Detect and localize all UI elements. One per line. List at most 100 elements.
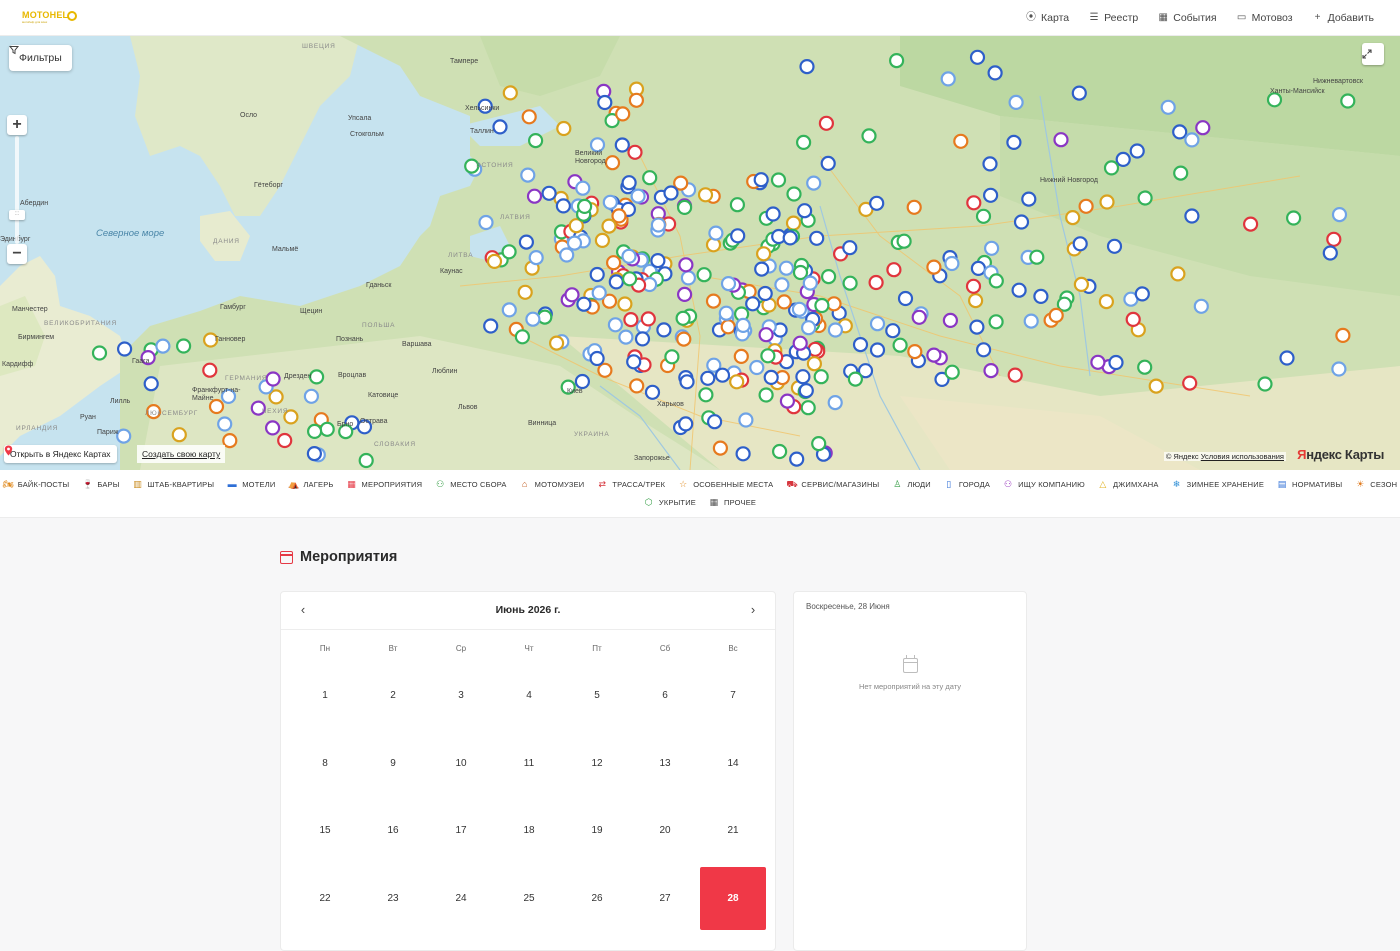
calendar-day[interactable]: 21 — [700, 800, 766, 862]
map-marker[interactable] — [621, 175, 637, 191]
terms-link[interactable]: Условия использования — [1201, 452, 1284, 461]
map-marker[interactable] — [1184, 132, 1200, 148]
map-view[interactable]: Северное море Тампере Осло Упсала Стокго… — [0, 36, 1400, 470]
map-marker[interactable] — [589, 266, 605, 283]
map-marker[interactable] — [594, 232, 611, 248]
calendar-day[interactable]: 7 — [700, 665, 766, 727]
map-marker[interactable] — [602, 194, 618, 210]
map-marker[interactable] — [605, 255, 622, 271]
map-marker[interactable] — [771, 443, 788, 460]
map-marker[interactable] — [975, 208, 992, 224]
map-marker[interactable] — [642, 170, 658, 186]
map-marker[interactable] — [1006, 134, 1022, 151]
map-marker[interactable] — [800, 400, 816, 416]
calendar-day[interactable]: 26 — [564, 868, 630, 930]
map-marker[interactable] — [1148, 378, 1164, 394]
map-marker[interactable] — [358, 452, 374, 469]
nav-motovoz[interactable]: ▭ Мотовоз — [1237, 12, 1293, 24]
map-marker[interactable] — [621, 271, 638, 287]
map-marker[interactable] — [678, 416, 694, 432]
calendar-day[interactable]: 15 — [292, 800, 358, 862]
category-3[interactable]: ▬ Мотели — [227, 479, 276, 489]
map-marker[interactable] — [556, 120, 572, 137]
map-marker[interactable] — [826, 296, 842, 312]
map-marker[interactable] — [597, 362, 613, 378]
map-marker[interactable] — [852, 337, 869, 353]
map-marker[interactable] — [966, 195, 982, 211]
map-marker[interactable] — [749, 359, 765, 376]
map-marker[interactable] — [217, 416, 233, 432]
nav-add[interactable]: + Добавить — [1313, 12, 1374, 24]
map-marker[interactable] — [988, 314, 1004, 330]
map-marker[interactable] — [1078, 198, 1094, 214]
map-marker[interactable] — [306, 446, 322, 462]
map-marker[interactable] — [729, 197, 746, 213]
map-marker[interactable] — [1184, 208, 1200, 224]
zoom-in-button[interactable]: + — [7, 115, 27, 135]
calendar-day[interactable]: 8 — [292, 733, 358, 795]
map-marker[interactable] — [791, 301, 808, 317]
map-marker[interactable] — [911, 309, 927, 325]
category-6[interactable]: ⚇ Место сбора — [435, 479, 506, 489]
create-map-link[interactable]: Создать свою карту — [137, 445, 226, 463]
map-marker[interactable] — [650, 253, 666, 269]
map-marker[interactable] — [1134, 286, 1150, 302]
map-marker[interactable] — [621, 248, 637, 264]
map-marker[interactable] — [589, 350, 605, 367]
map-marker[interactable] — [627, 144, 643, 160]
map-marker[interactable] — [1173, 165, 1189, 181]
map-marker[interactable] — [897, 290, 914, 307]
calendar-day[interactable]: 2 — [360, 665, 426, 727]
calendar-day-selected[interactable]: 28 — [700, 866, 766, 931]
map-marker[interactable] — [607, 317, 624, 333]
map-marker[interactable] — [575, 180, 591, 196]
map-marker[interactable] — [1071, 85, 1087, 101]
map-marker[interactable] — [720, 319, 736, 335]
map-marker[interactable] — [969, 319, 985, 335]
map-marker[interactable] — [967, 293, 984, 309]
calendar-day[interactable]: 1 — [292, 665, 358, 727]
category-1[interactable]: 🍷 Бары — [82, 479, 119, 489]
calendar-day[interactable]: 20 — [632, 800, 698, 862]
map-marker[interactable] — [564, 287, 580, 303]
map-marker[interactable] — [501, 302, 517, 318]
map-marker[interactable] — [307, 423, 323, 439]
map-marker[interactable] — [1326, 231, 1342, 247]
map-marker[interactable] — [758, 327, 774, 343]
map-marker[interactable] — [827, 395, 843, 411]
map-marker[interactable] — [526, 188, 543, 204]
map-marker[interactable] — [779, 393, 796, 409]
map-marker[interactable] — [559, 247, 575, 263]
category-5[interactable]: ▦ Мероприятия — [347, 479, 423, 489]
calendar-day[interactable]: 18 — [496, 800, 562, 862]
category-4[interactable]: ⛺ Лагерь — [288, 479, 333, 489]
map-marker[interactable] — [1285, 210, 1302, 226]
map-marker[interactable] — [525, 311, 541, 327]
map-marker[interactable] — [926, 259, 942, 275]
map-marker[interactable] — [842, 275, 858, 291]
map-marker[interactable] — [888, 53, 905, 69]
map-marker[interactable] — [574, 373, 591, 390]
map-marker[interactable] — [792, 335, 808, 351]
map-marker[interactable] — [735, 317, 751, 333]
calendar-day[interactable]: 5 — [564, 665, 630, 727]
map-marker[interactable] — [814, 297, 830, 314]
map-marker[interactable] — [765, 206, 781, 222]
map-marker[interactable] — [680, 270, 697, 286]
nav-events[interactable]: ▦ События — [1158, 12, 1217, 24]
map-marker[interactable] — [518, 234, 535, 250]
map-marker[interactable] — [1279, 350, 1295, 366]
map-marker[interactable] — [944, 364, 960, 380]
map-marker[interactable] — [987, 65, 1003, 81]
map-marker[interactable] — [861, 128, 877, 144]
category-7[interactable]: ⌂ Мотомузеи — [520, 479, 585, 489]
map-marker[interactable] — [1108, 354, 1124, 371]
zoom-slider-track[interactable] — [15, 136, 19, 244]
map-marker[interactable] — [1033, 288, 1049, 304]
map-marker[interactable] — [842, 240, 858, 256]
category-2[interactable]: ▥ Штаб-квартиры — [133, 479, 215, 489]
map-marker[interactable] — [700, 370, 716, 386]
category-19[interactable]: ▦ Прочее — [709, 497, 756, 507]
map-marker[interactable] — [778, 260, 795, 276]
map-marker[interactable] — [1115, 151, 1131, 168]
